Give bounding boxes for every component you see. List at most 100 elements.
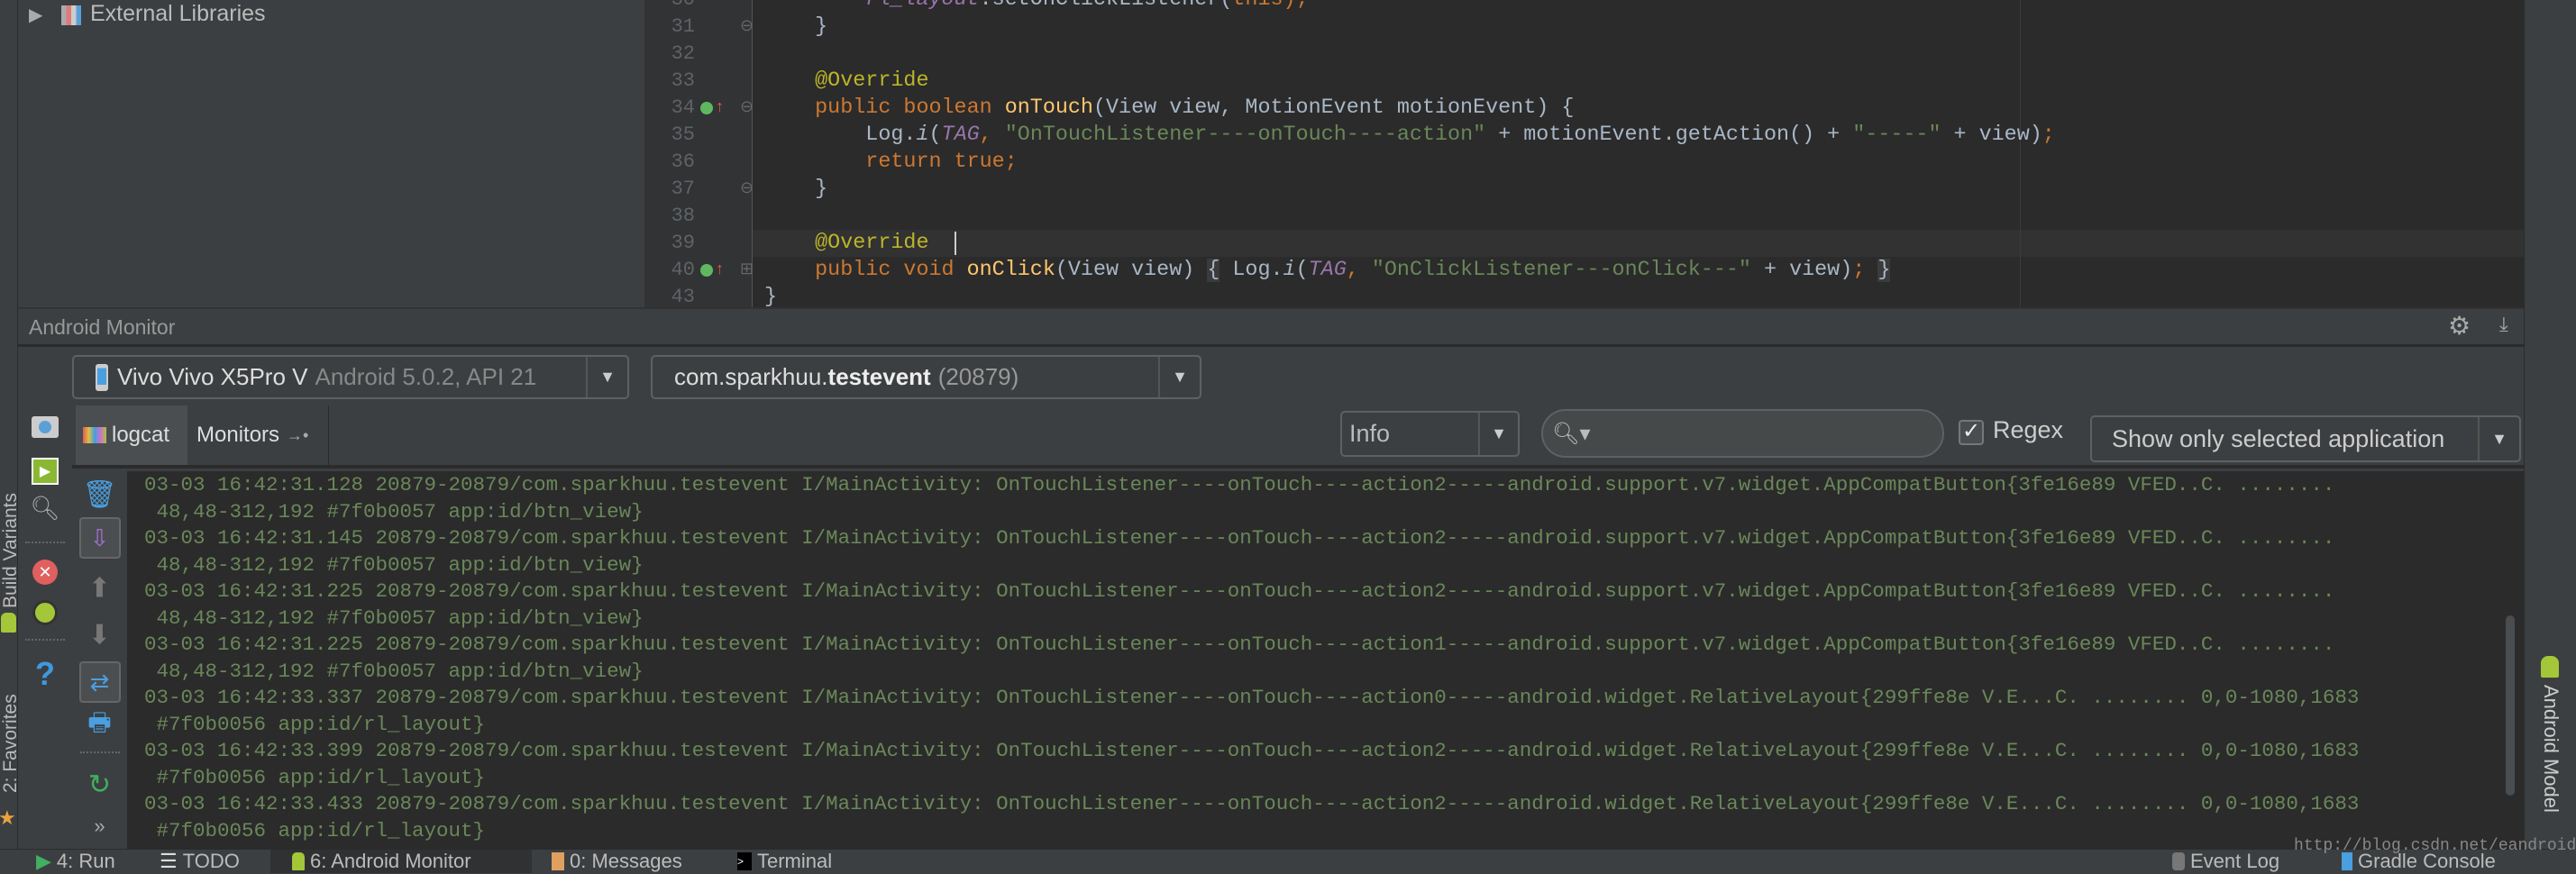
- log-line: 03-03 16:42:33.337 20879-20879/com.spark…: [144, 686, 2360, 709]
- logcat-toolbar: logcat Monitors →• Info ▼ 🔍︎▾ ✓ Regex Sh…: [18, 405, 2524, 469]
- tab-label: 6: Android Monitor: [310, 850, 471, 872]
- restart-icon[interactable]: ↻: [88, 769, 111, 801]
- process-selector[interactable]: com.sparkhuu. testevent (20879) ▼: [651, 355, 1201, 399]
- tab-logcat[interactable]: logcat: [76, 405, 187, 465]
- arrow-up-icon: ↑: [715, 99, 725, 117]
- terminate-icon[interactable]: ✕: [32, 560, 58, 585]
- tab-label: Event Log: [2190, 850, 2280, 872]
- code-line: 32: [644, 41, 2524, 68]
- code-editor[interactable]: 30 rl_layout.setOnClickListener(this);31…: [644, 0, 2524, 307]
- code-token: "OnTouchListener----onTouch----action": [1004, 123, 1486, 147]
- screen-record-icon[interactable]: ▶: [32, 458, 59, 485]
- trash-icon[interactable]: 🗑︎: [82, 479, 116, 511]
- tab-run[interactable]: ▶ 4: Run: [36, 850, 115, 873]
- log-line: #7f0b0056 app:id/rl_layout}: [144, 712, 486, 736]
- search-input[interactable]: [1597, 421, 1942, 446]
- chevron-down-icon[interactable]: ▼: [1158, 357, 1200, 397]
- expand-arrow-icon[interactable]: ▶: [29, 4, 42, 26]
- star-icon: ★: [0, 806, 16, 829]
- logcat-icon: [83, 427, 106, 443]
- code-token: ;: [2042, 123, 2055, 147]
- fold-marker-icon[interactable]: ⊖: [740, 97, 754, 116]
- code-line: 37 }: [644, 176, 2524, 203]
- tab-label: Gradle Console: [2358, 850, 2496, 872]
- android-model-tab[interactable]: Android Model: [2539, 685, 2562, 813]
- chevron-down-icon[interactable]: ▼: [1478, 413, 1518, 455]
- run-icon: ▶: [36, 850, 51, 872]
- tab-terminal[interactable]: > Terminal: [737, 850, 832, 873]
- tab-messages[interactable]: 0: Messages: [552, 850, 682, 873]
- log-line: 48,48-312,192 #7f0b0057 app:id/btn_view}: [144, 605, 644, 630]
- regex-checkbox[interactable]: ✓: [1959, 420, 1984, 445]
- code-line: 39 @Override: [644, 230, 2524, 257]
- log-line: 03-03 16:42:31.145 20879-20879/com.spark…: [144, 526, 2335, 550]
- separator: [25, 639, 65, 641]
- tab-gradle-console[interactable]: Gradle Console: [2342, 850, 2496, 873]
- filter-select[interactable]: Show only selected application ▼: [2090, 415, 2521, 462]
- tab-label: logcat: [112, 423, 170, 447]
- text-caret: [954, 232, 956, 255]
- tab-todo[interactable]: ☰ TODO: [160, 850, 240, 873]
- scrollbar[interactable]: [2506, 615, 2515, 796]
- chevron-down-icon[interactable]: ▼: [2478, 417, 2519, 460]
- line-number: 37: [671, 178, 695, 200]
- arrow-down-icon[interactable]: ⬇: [88, 620, 111, 651]
- override-marker-icon[interactable]: [700, 264, 713, 277]
- library-icon: [61, 5, 81, 25]
- code-token: .setOnClickListener(: [979, 0, 1233, 12]
- log-line: 48,48-312,192 #7f0b0057 app:id/btn_view}: [144, 552, 644, 577]
- messages-icon: [552, 852, 564, 870]
- gradle-console-icon: [2342, 852, 2352, 870]
- system-info-icon[interactable]: [32, 600, 58, 625]
- code-text: public void onClick(View view) { Log.i(T…: [764, 257, 1891, 284]
- code-token: ;: [1852, 259, 1866, 282]
- process-pid: (20879): [937, 363, 1019, 390]
- code-text: rl_layout.setOnClickListener(this);: [764, 0, 1308, 14]
- override-marker-icon[interactable]: [700, 102, 713, 114]
- log-level-select[interactable]: Info ▼: [1340, 411, 1520, 457]
- code-token: ,: [979, 123, 1005, 147]
- log-level-value: Info: [1349, 420, 1391, 447]
- tab-event-log[interactable]: Event Log: [2172, 850, 2279, 873]
- hide-panel-icon[interactable]: ⤓: [2499, 313, 2508, 336]
- print-icon[interactable]: 🖶: [87, 704, 111, 747]
- search-field[interactable]: 🔍︎▾: [1541, 409, 1944, 458]
- code-token: onClick: [966, 259, 1055, 282]
- code-text: Log.i(TAG, "OnTouchListener----onTouch--…: [764, 122, 2055, 149]
- log-line: #7f0b0056 app:id/rl_layout}: [144, 765, 486, 789]
- code-token: this: [1232, 0, 1283, 12]
- fold-marker-icon[interactable]: ⊖: [740, 178, 754, 197]
- tab-label: TODO: [182, 850, 240, 872]
- gear-icon[interactable]: ⚙: [2448, 311, 2471, 341]
- search-icon: 🔍︎▾: [1552, 421, 1591, 446]
- code-text: }: [764, 176, 827, 203]
- camera-icon[interactable]: [39, 421, 51, 433]
- android-icon: [1, 613, 16, 633]
- code-token: @Override: [764, 69, 929, 93]
- fold-marker-icon[interactable]: ⊖: [740, 16, 754, 35]
- line-number: 38: [671, 205, 695, 227]
- tab-android-monitor[interactable]: 6: Android Monitor: [270, 850, 532, 873]
- android-monitor-header: Android Monitor ⚙ ⤓: [18, 307, 2524, 347]
- soft-wrap-icon[interactable]: ⇄: [78, 661, 121, 703]
- more-icon[interactable]: »: [94, 815, 105, 838]
- todo-icon: ☰: [160, 850, 178, 872]
- chevron-down-icon[interactable]: ▼: [586, 357, 627, 397]
- layout-inspector-icon[interactable]: 🔍︎: [30, 495, 59, 523]
- help-icon[interactable]: ?: [35, 655, 55, 693]
- fold-marker-icon[interactable]: ⊞: [740, 259, 754, 278]
- code-token: }: [1877, 259, 1891, 282]
- code-token: TAG: [1308, 259, 1347, 282]
- logcat-output[interactable]: 03-03 16:42:31.128 20879-20879/com.spark…: [128, 471, 2524, 849]
- code-text: }: [764, 14, 827, 41]
- code-line: 31 }: [644, 14, 2524, 41]
- tree-item-external-libraries[interactable]: External Libraries: [90, 1, 266, 27]
- code-text: return true;: [764, 149, 1017, 176]
- arrow-up-icon[interactable]: ⬆: [88, 573, 111, 605]
- code-token: onTouch: [1004, 96, 1093, 120]
- scroll-to-end-icon[interactable]: ⇩: [78, 517, 121, 559]
- device-selector[interactable]: Vivo Vivo X5Pro V Android 5.0.2, API 21 …: [72, 355, 629, 399]
- tab-monitors[interactable]: Monitors →•: [187, 405, 329, 465]
- code-line: 33 @Override: [644, 68, 2524, 95]
